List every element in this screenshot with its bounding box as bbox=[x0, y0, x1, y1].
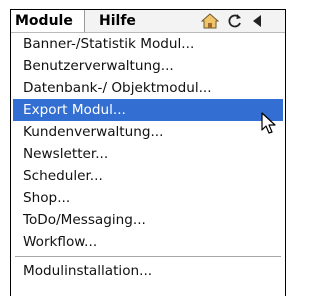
menu-item-modulinstallation[interactable]: Modulinstallation... bbox=[13, 260, 283, 282]
menu-module[interactable]: Module bbox=[11, 10, 85, 32]
menu-item-export-modul[interactable]: Export Modul... bbox=[13, 99, 283, 121]
menu-item-todo-messaging[interactable]: ToDo/Messaging... bbox=[13, 209, 283, 231]
menu-item-scheduler[interactable]: Scheduler... bbox=[13, 165, 283, 187]
menu-item-newsletter[interactable]: Newsletter... bbox=[13, 143, 283, 165]
menu-window: Module Hilfe Banner-/Statistik Modul... … bbox=[10, 9, 286, 296]
menu-item-benutzerverwaltung[interactable]: Benutzerverwaltung... bbox=[13, 55, 283, 77]
module-dropdown-menu: Banner-/Statistik Modul... Benutzerverwa… bbox=[13, 33, 283, 282]
home-icon[interactable] bbox=[201, 13, 219, 29]
menu-item-banner-statistik[interactable]: Banner-/Statistik Modul... bbox=[13, 33, 283, 55]
menu-item-datenbank-objektmodul[interactable]: Datenbank-/ Objektmodul... bbox=[13, 77, 283, 99]
menu-hilfe[interactable]: Hilfe bbox=[95, 10, 140, 32]
refresh-icon[interactable] bbox=[227, 13, 243, 29]
back-arrow-icon[interactable] bbox=[251, 14, 263, 28]
menu-item-kundenverwaltung[interactable]: Kundenverwaltung... bbox=[13, 121, 283, 143]
menubar: Module Hilfe bbox=[11, 10, 285, 33]
mouse-pointer-icon bbox=[261, 112, 276, 134]
menu-item-shop[interactable]: Shop... bbox=[13, 187, 283, 209]
menu-separator bbox=[15, 256, 281, 257]
menu-item-workflow[interactable]: Workflow... bbox=[13, 231, 283, 253]
